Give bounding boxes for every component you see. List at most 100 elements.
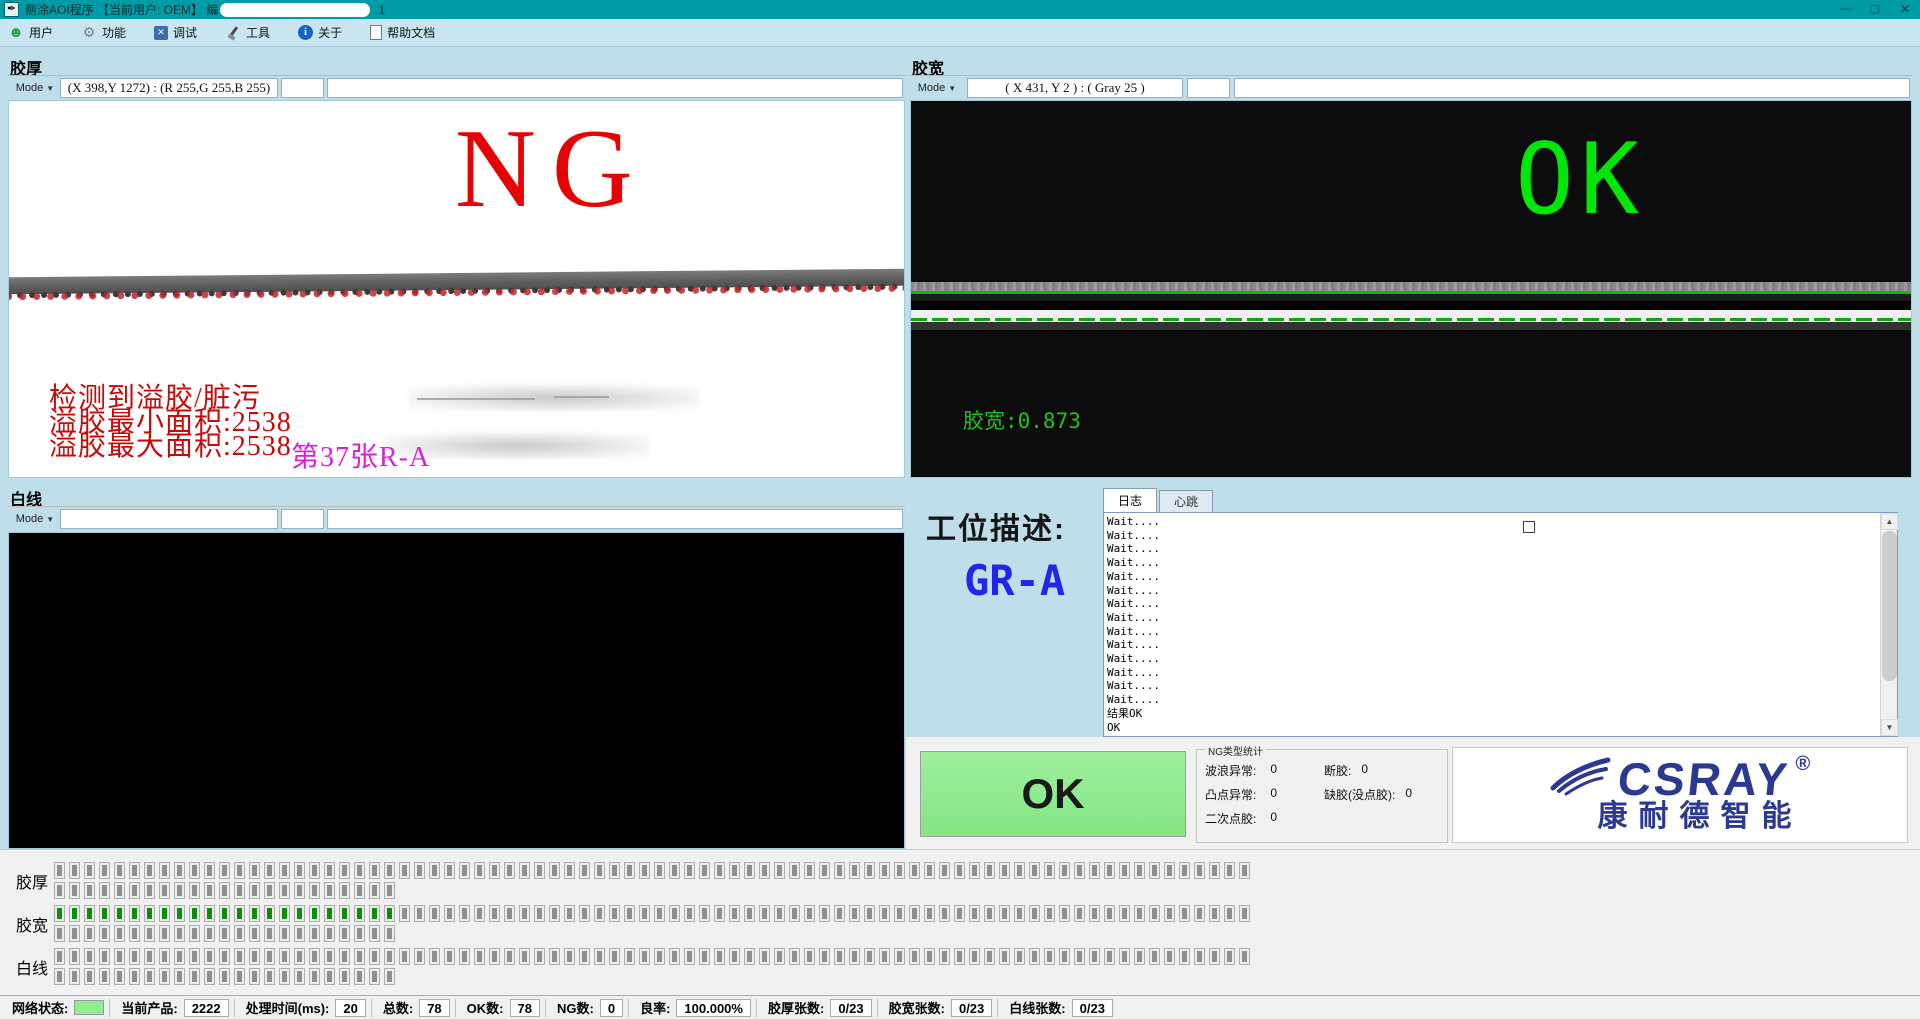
result-ok-button[interactable]: OK [920,751,1186,837]
status-label: 良率: [640,998,670,1017]
indicator-cell-off [249,968,260,985]
indicator-cell-off [894,862,905,879]
menu-item-label: 功能 [102,24,126,41]
menu-item-工具[interactable]: 工具 [225,24,270,41]
indicator-cell-off [804,905,815,922]
log-line: Wait.... [1107,666,1877,680]
log-line: Wait.... [1107,597,1877,611]
indicator-cell-off [729,905,740,922]
menu-item-用户[interactable]: ☻用户 [8,24,53,41]
indicator-cell-off [789,948,800,965]
indicator-cell-off [54,882,65,899]
indicator-cell-off [384,882,395,899]
tab-log[interactable]: 日志 [1103,488,1157,512]
indicator-cell-off [789,905,800,922]
close-button[interactable]: ✕ [1890,0,1920,19]
status-value: 20 [335,999,365,1017]
menu-item-关于[interactable]: i关于 [298,24,342,41]
indicator-cell-off [1164,905,1175,922]
log-output-area[interactable]: Wait....Wait....Wait....Wait....Wait....… [1103,512,1898,737]
indicator-cell-off [144,925,155,942]
tab-heartbeat[interactable]: 心跳 [1159,490,1213,512]
indicator-cell-off [369,968,380,985]
indicator-cell-off [564,948,575,965]
log-line: Wait.... [1107,611,1877,625]
indicator-cell-off [909,948,920,965]
indicator-cell-off [129,925,140,942]
indicator-cell-off [594,948,605,965]
strip-dark-band [911,294,1911,301]
jiaokuan-mode-dropdown[interactable]: Mode▼ [914,78,960,98]
indicator-cell-off [579,905,590,922]
indicator-cell-off [99,948,110,965]
indicator-cell-off [819,948,830,965]
indicator-cell-off [1239,948,1250,965]
status-label: NG数: [557,998,594,1017]
status-label: 胶宽张数: [889,998,945,1017]
indicator-cell-off [684,862,695,879]
indicator-cell-off [429,862,440,879]
menu-item-功能[interactable]: ⚙功能 [81,24,126,41]
indicator-cell-off [594,862,605,879]
log-checkbox[interactable] [1523,521,1535,533]
baixian-image-view[interactable] [8,532,905,849]
menu-item-调试[interactable]: ✕调试 [154,24,197,41]
indicator-cell-off [69,968,80,985]
indicator-cell-off [444,862,455,879]
about-icon: i [298,25,313,40]
indicator-cell-off [324,948,335,965]
indicator-cell-off [99,862,110,879]
indicator-cell-off [189,862,200,879]
jiaohou-image-view[interactable]: NG 检测到溢胶/脏污 溢胶最小面积:2538 溢胶最大面积:2538 第37张… [8,100,905,478]
indicator-cell-off [1089,862,1100,879]
indicator-cell-off [519,948,530,965]
indicator-cell-off [909,905,920,922]
network-status-led [74,1000,104,1015]
indicator-cell-off [1194,862,1205,879]
indicator-cell-off [1224,862,1235,879]
indicator-cell-off [1119,948,1130,965]
indicator-cell-off [204,862,215,879]
indicator-cell-off [219,882,230,899]
indicator-cell-off [54,862,65,879]
indicator-cell-off [354,968,365,985]
indicator-group-label: 胶宽 [16,912,54,936]
baixian-mode-dropdown[interactable]: Mode▼ [12,509,58,529]
indicator-cell-off [999,905,1010,922]
indicator-cell-off [1134,948,1145,965]
status-value: 0/23 [1072,999,1113,1017]
indicator-cell-off [219,925,230,942]
indicator-cell-off [174,968,185,985]
scrollbar-thumb[interactable] [1882,531,1897,681]
indicator-cell-off [549,948,560,965]
log-scrollbar[interactable]: ▲ ▼ [1880,513,1897,736]
maximize-button[interactable]: ▢ [1860,0,1890,19]
indicator-cell-off [1059,862,1070,879]
indicator-cell-off [534,862,545,879]
menu-item-帮助文档[interactable]: 帮助文档 [370,24,435,41]
indicator-cell-off [234,968,245,985]
indicator-cell-off [369,948,380,965]
status-label: OK数: [467,998,504,1017]
indicator-cell-off [114,862,125,879]
indicator-cell-off [384,925,395,942]
jiaokuan-measure-text: 胶宽:0.873 [963,405,1081,435]
log-line: Wait.... [1107,542,1877,556]
indicator-cell-off [759,862,770,879]
log-line: OK [1107,721,1877,734]
indicator-cell-off [1134,905,1145,922]
status-value: 0 [600,999,623,1017]
indicator-cell-off [924,948,935,965]
indicator-cell-off [1014,862,1025,879]
jiaohou-mode-dropdown[interactable]: Mode▼ [12,78,58,98]
indicator-cell-off [1149,862,1160,879]
indicator-cell-off [1239,905,1250,922]
minimize-button[interactable]: — [1830,0,1860,19]
indicator-cell-off [939,948,950,965]
indicator-cell-off [684,948,695,965]
scroll-down-icon[interactable]: ▼ [1881,719,1898,736]
scroll-up-icon[interactable]: ▲ [1881,513,1898,530]
indicator-cell-off [984,905,995,922]
jiaokuan-image-view[interactable]: OK 胶宽:0.873 [910,100,1912,478]
indicator-row [54,905,1250,922]
